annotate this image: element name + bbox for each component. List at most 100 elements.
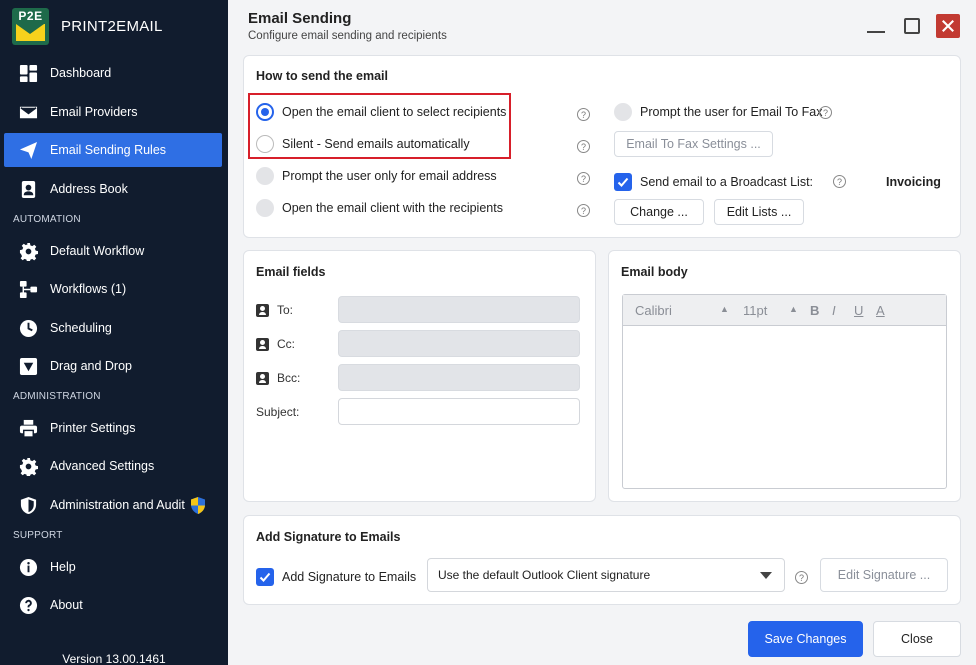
sidebar-item-default-workflow[interactable]: Default Workflow: [4, 234, 222, 268]
help-icon[interactable]: ?: [819, 106, 832, 119]
close-icon: [942, 20, 954, 32]
section-automation: AUTOMATION: [13, 214, 81, 225]
sidebar-item-label: Email Sending Rules: [50, 143, 167, 157]
italic-button[interactable]: I: [832, 303, 836, 318]
app-logo: P2E: [12, 8, 49, 45]
section-administration: ADMINISTRATION: [13, 391, 101, 402]
radio-prompt-email[interactable]: Prompt the user only for email address: [256, 167, 497, 185]
email-fields-title: Email fields: [256, 265, 326, 279]
sidebar-item-label: About: [50, 598, 83, 612]
bcc-field[interactable]: [338, 364, 580, 391]
sidebar-item-advanced-settings[interactable]: Advanced Settings: [4, 449, 222, 483]
checkbox-add-signature[interactable]: Add Signature to Emails: [256, 568, 416, 586]
sidebar-item-printer-settings[interactable]: Printer Settings: [4, 411, 222, 445]
sidebar-item-label: Workflows (1): [50, 282, 127, 296]
signature-title: Add Signature to Emails: [256, 530, 401, 544]
size-select[interactable]: 11pt: [743, 303, 767, 318]
fax-settings-button[interactable]: Email To Fax Settings ...: [614, 131, 773, 157]
close-window-button[interactable]: [936, 14, 960, 38]
subject-field[interactable]: [338, 398, 580, 425]
sidebar-item-email-providers[interactable]: Email Providers: [4, 95, 222, 129]
clock-icon: [18, 318, 38, 338]
editor-toolbar: Calibri ▲ 11pt ▲ B I U A: [623, 295, 946, 326]
broadcast-label: Send email to a Broadcast List:: [640, 175, 814, 189]
version-label: Version 13.00.1461: [62, 652, 166, 665]
sidebar-item-label: Administration and Audit: [50, 498, 185, 512]
underline-button[interactable]: U: [854, 303, 863, 318]
workflow-icon: [18, 279, 38, 299]
app-name: PRINT2EMAIL: [61, 18, 163, 35]
sidebar-item-label: Dashboard: [50, 66, 112, 80]
fax-prompt-toggle[interactable]: [614, 103, 632, 121]
maximize-icon: [904, 18, 920, 34]
change-button[interactable]: Change ...: [614, 199, 704, 225]
sidebar-item-label: Address Book: [50, 182, 128, 196]
sidebar: P2E PRINT2EMAIL Dashboard Email Provider…: [0, 0, 228, 665]
contact-icon[interactable]: [256, 337, 269, 351]
size-spin-icon[interactable]: ▲: [789, 304, 798, 314]
edit-signature-button[interactable]: Edit Signature ...: [820, 558, 948, 592]
cc-field[interactable]: [338, 330, 580, 357]
fax-prompt-label: Prompt the user for Email To Fax: [640, 105, 823, 119]
close-button[interactable]: Close: [873, 621, 961, 657]
page-subtitle: Configure email sending and recipients: [248, 30, 447, 42]
help-icon[interactable]: ?: [577, 204, 590, 217]
shield-icon: [18, 495, 38, 515]
sidebar-item-dashboard[interactable]: Dashboard: [4, 56, 222, 90]
sidebar-item-scheduling[interactable]: Scheduling: [4, 311, 222, 345]
font-select[interactable]: Calibri: [635, 303, 672, 318]
cc-label: Cc:: [256, 337, 295, 351]
subject-label: Subject:: [256, 405, 300, 419]
sidebar-item-about[interactable]: About: [4, 588, 222, 622]
help-icon[interactable]: ?: [795, 571, 808, 584]
sidebar-item-address-book[interactable]: Address Book: [4, 172, 222, 206]
email-body-title: Email body: [621, 265, 688, 279]
email-body-editor[interactable]: Calibri ▲ 11pt ▲ B I U A: [622, 294, 947, 489]
radio-button[interactable]: [256, 199, 274, 217]
broadcast-list-value: Invoicing: [886, 175, 941, 189]
contact-icon[interactable]: [256, 303, 269, 317]
contact-icon[interactable]: [256, 371, 269, 385]
sidebar-item-email-sending-rules[interactable]: Email Sending Rules: [4, 133, 222, 167]
bcc-label: Bcc:: [256, 371, 300, 385]
help-icon[interactable]: ?: [577, 172, 590, 185]
radio-open-client-recipients[interactable]: Open the email client with the recipient…: [256, 199, 503, 217]
edit-lists-button[interactable]: Edit Lists ...: [714, 199, 804, 225]
to-field[interactable]: [338, 296, 580, 323]
chevron-down-icon: [760, 572, 772, 579]
help-icon[interactable]: ?: [577, 140, 590, 153]
send-icon: [18, 140, 38, 160]
drop-icon: [18, 356, 38, 376]
sidebar-item-help[interactable]: Help: [4, 550, 222, 584]
checkbox-fax-prompt[interactable]: Prompt the user for Email To Fax: [614, 103, 822, 121]
help-icon[interactable]: ?: [577, 108, 590, 121]
brand: P2E PRINT2EMAIL: [12, 8, 163, 45]
sidebar-item-drag-and-drop[interactable]: Drag and Drop: [4, 349, 222, 383]
help-icon[interactable]: ?: [833, 175, 846, 188]
question-icon: [18, 595, 38, 615]
address-book-icon: [18, 179, 38, 199]
radio-button[interactable]: [256, 167, 274, 185]
sidebar-item-workflows[interactable]: Workflows (1): [4, 272, 222, 306]
minimize-button[interactable]: [864, 14, 888, 38]
dashboard-icon: [18, 63, 38, 83]
page-title: Email Sending: [248, 10, 352, 27]
signature-select[interactable]: Use the default Outlook Client signature: [427, 558, 785, 592]
sidebar-item-label: Default Workflow: [50, 244, 145, 258]
highlight-box: [248, 93, 511, 159]
info-icon: [18, 557, 38, 577]
font-spin-icon[interactable]: ▲: [720, 304, 729, 314]
maximize-button[interactable]: [900, 14, 924, 38]
bold-button[interactable]: B: [810, 303, 819, 318]
signature-checkbox[interactable]: [256, 568, 274, 586]
sidebar-item-label: Help: [50, 560, 76, 574]
font-color-button[interactable]: A: [876, 303, 885, 318]
checkbox-broadcast[interactable]: Send email to a Broadcast List:: [614, 173, 813, 191]
sidebar-item-administration-and-audit[interactable]: Administration and Audit: [4, 488, 222, 522]
broadcast-checkbox[interactable]: [614, 173, 632, 191]
signature-checkbox-label: Add Signature to Emails: [282, 570, 417, 584]
radio-label: Prompt the user only for email address: [282, 169, 497, 183]
save-changes-button[interactable]: Save Changes: [748, 621, 863, 657]
gear-icon: [18, 241, 38, 261]
sidebar-item-label: Printer Settings: [50, 421, 136, 435]
